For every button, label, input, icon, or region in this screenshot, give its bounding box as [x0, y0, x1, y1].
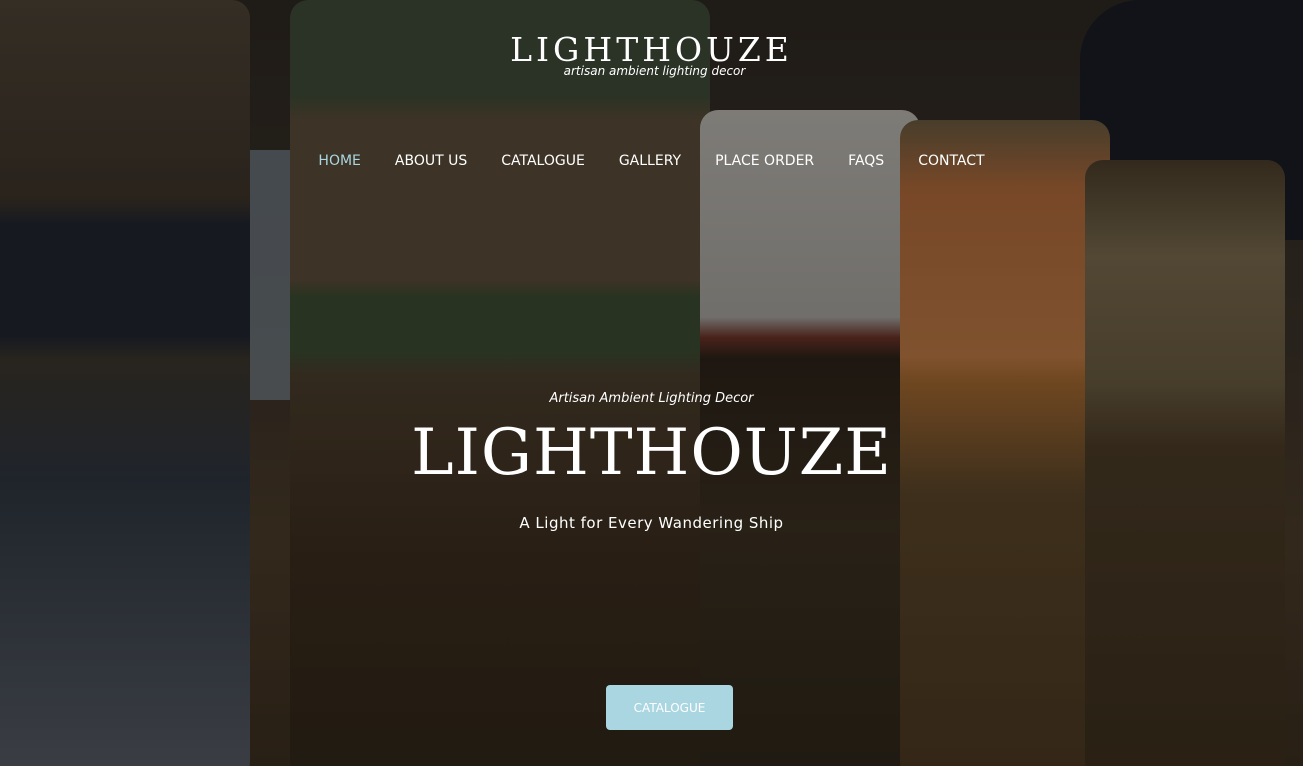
nav-item-faqs[interactable]: FAQS	[831, 151, 901, 171]
brand-tagline: artisan ambient lighting decor	[563, 64, 746, 78]
hero-section: LIGHTHOUZE artisan ambient lighting deco…	[0, 0, 1303, 766]
hero-overlay	[0, 0, 1303, 766]
hero-title: LIGHTHOUZE	[411, 416, 892, 490]
nav-item-place-order[interactable]: PLACE ORDER	[698, 151, 831, 171]
site-logo[interactable]: LIGHTHOUZE artisan ambient lighting deco…	[0, 30, 1303, 78]
hero-slogan: A Light for Every Wandering Ship	[519, 514, 784, 532]
nav-item-gallery[interactable]: GALLERY	[602, 151, 698, 171]
main-nav: HOME ABOUT US CATALOGUE GALLERY PLACE OR…	[0, 151, 1303, 171]
nav-item-home[interactable]: HOME	[301, 151, 377, 171]
hero-subtitle: Artisan Ambient Lighting Decor	[549, 391, 754, 406]
nav-item-catalogue[interactable]: CATALOGUE	[484, 151, 602, 171]
catalogue-button[interactable]: CATALOGUE	[606, 685, 733, 730]
nav-item-contact[interactable]: CONTACT	[901, 151, 1001, 171]
nav-item-about-us[interactable]: ABOUT US	[378, 151, 484, 171]
